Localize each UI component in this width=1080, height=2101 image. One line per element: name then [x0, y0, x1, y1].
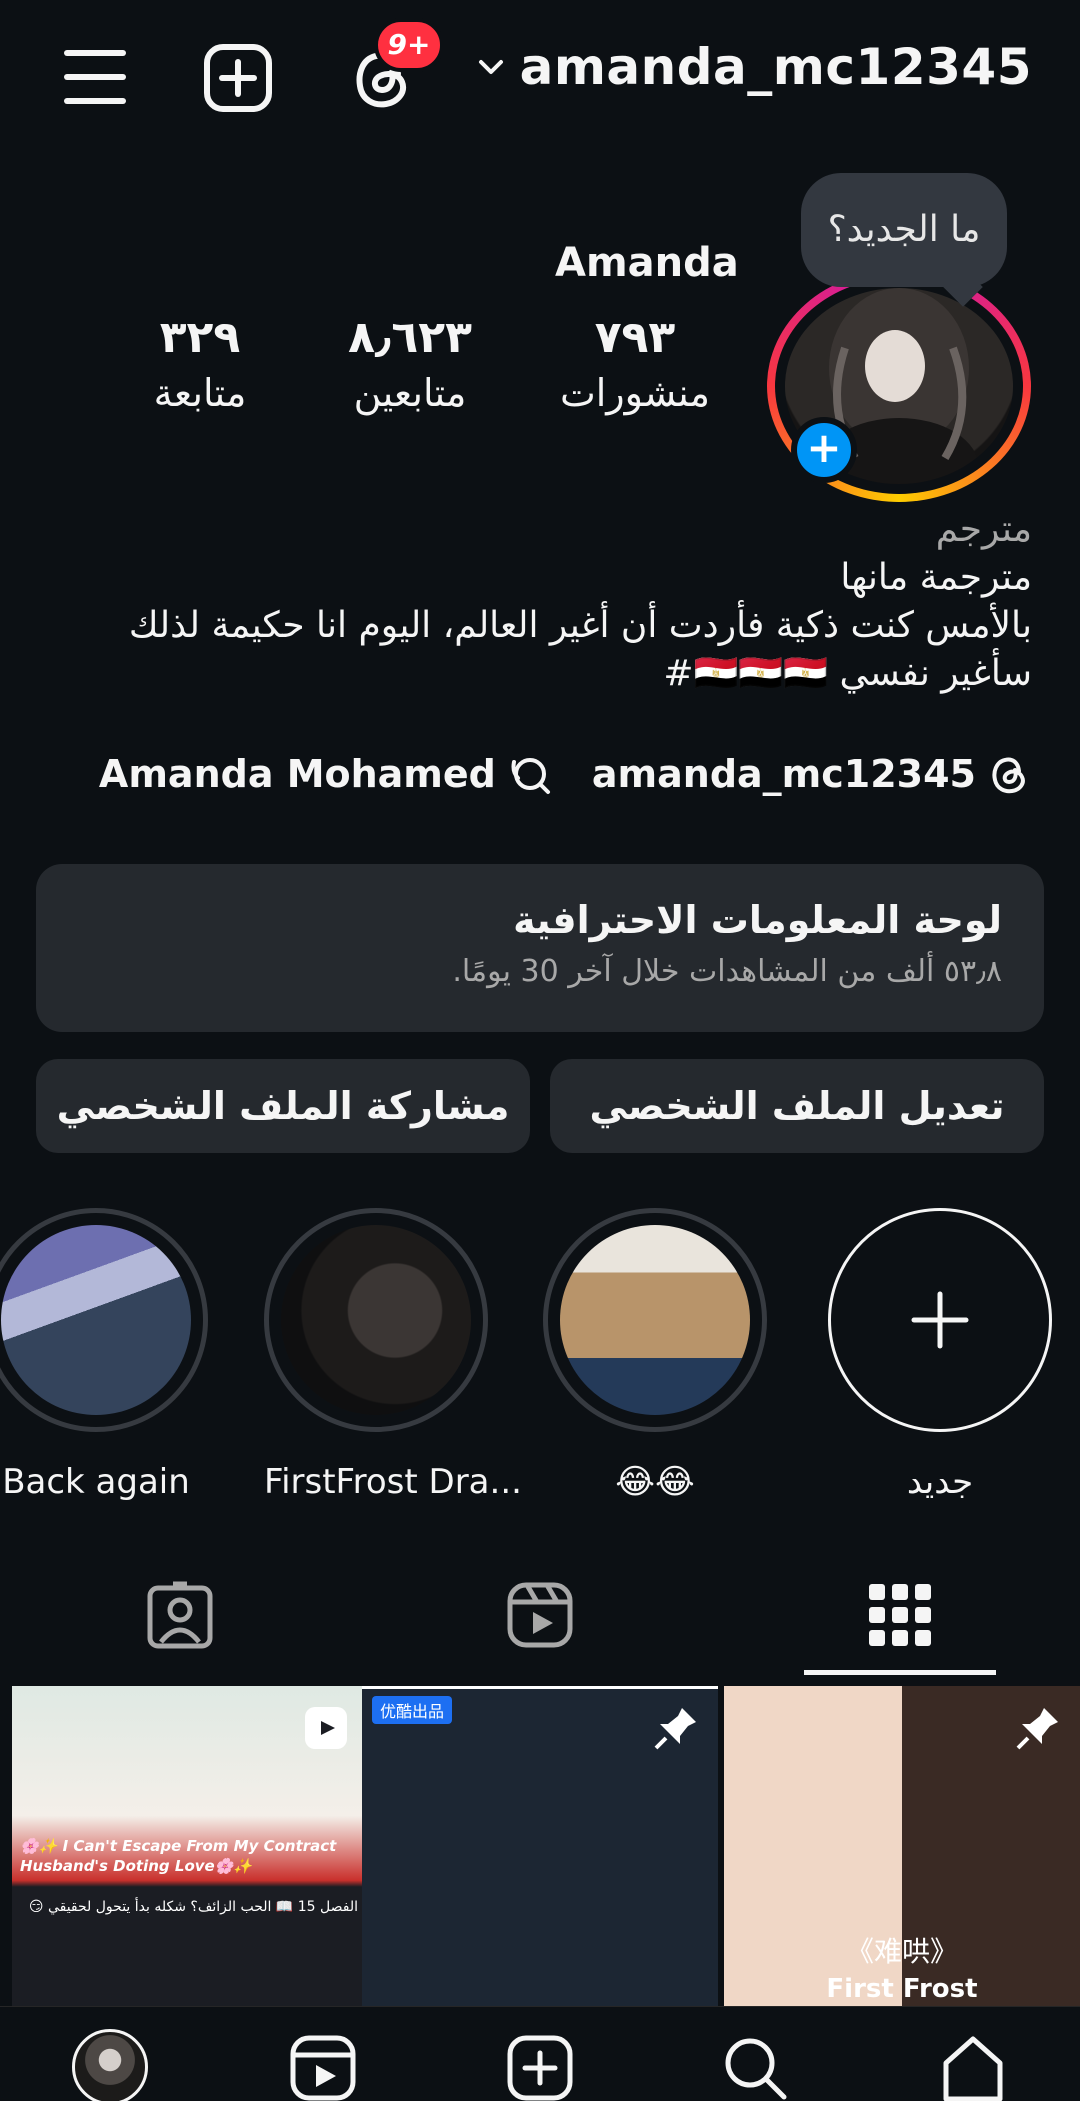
pin-icon	[654, 1708, 696, 1750]
linked-account-icon	[511, 758, 550, 794]
display-name: Amanda	[555, 240, 739, 286]
create-post-icon[interactable]	[204, 44, 272, 112]
posts-label: منشورات	[559, 371, 710, 415]
nav-home-icon[interactable]	[938, 2033, 1008, 2101]
highlight-cover	[560, 1225, 750, 1415]
post-title: 《难哄》	[845, 1935, 958, 1968]
profile-tabs	[0, 1555, 1080, 1675]
plus-icon	[911, 1291, 969, 1349]
highlight-label: Back again	[2, 1462, 190, 1502]
post-caption-arabic: الفصل 15 📖 الحب الزائف؟ شكله بدأ يتحول ل…	[28, 1899, 358, 1915]
followers-label: متابعين	[353, 371, 467, 415]
threads-icon	[992, 757, 1025, 794]
bio-line: بالأمس كنت ذكية فأردت أن أغير العالم، ال…	[128, 605, 1032, 646]
nav-reels-icon[interactable]	[288, 2033, 358, 2101]
profile-username: amanda_mc12345	[519, 38, 1032, 96]
posts-number: ٧٩٣	[594, 312, 676, 363]
highlight-label: جديد	[906, 1462, 974, 1502]
post-thumbnail[interactable]: 优酷出品	[362, 1686, 718, 2010]
grid-icon	[869, 1584, 931, 1646]
nav-create-icon[interactable]	[505, 2033, 575, 2101]
threads-link[interactable]: amanda_mc12345	[592, 752, 1032, 796]
share-profile-button[interactable]: مشاركة الملف الشخصي	[36, 1059, 530, 1153]
post-tag: 优酷出品	[372, 1696, 453, 1724]
new-highlight[interactable]: جديد	[828, 1208, 1052, 1502]
account-switcher[interactable]: amanda_mc12345	[476, 38, 1032, 96]
reels-icon	[507, 1582, 573, 1648]
dashboard-subtitle: ٥٣٫٨ ألف من المشاهدات خلال آخر 30 يومًا.	[452, 954, 1002, 989]
post-thumbnail[interactable]: 《难哄》 First Frost	[724, 1686, 1080, 2010]
dashboard-title: لوحة المعلومات الاحترافية	[513, 898, 1002, 942]
tagged-icon	[147, 1581, 213, 1649]
nav-profile-avatar[interactable]	[72, 2029, 148, 2101]
linked-account[interactable]: Amanda Mohamed	[99, 752, 552, 796]
highlight-item[interactable]: 😂😂	[543, 1208, 767, 1502]
tab-reels[interactable]	[360, 1555, 720, 1675]
tab-posts-grid[interactable]	[720, 1555, 1080, 1675]
edit-profile-button[interactable]: تعديل الملف الشخصي	[550, 1059, 1044, 1153]
profile-bio: مترجم مترجمة مانها بالأمس كنت ذكية فأردت…	[52, 506, 1032, 698]
tab-tagged[interactable]	[0, 1555, 360, 1675]
followers-count[interactable]: ٨٫٦٢٣ متابعين	[340, 312, 480, 415]
top-bar: 9+ amanda_mc12345	[0, 0, 1080, 160]
following-count[interactable]: ٣٢٩ متابعة	[140, 312, 260, 415]
profile-links: amanda_mc12345 Amanda Mohamed	[99, 752, 1032, 796]
post-thumbnail[interactable]: 🌸✨ I Can't Escape From My Contract Husba…	[12, 1686, 368, 2010]
posts-grid: 🌸✨ I Can't Escape From My Contract Husba…	[0, 1680, 1080, 2010]
chevron-down-icon	[478, 60, 503, 74]
bio-category: مترجم	[935, 509, 1032, 550]
bio-line: مترجمة مانها	[840, 557, 1032, 598]
highlight-cover	[1, 1225, 191, 1415]
whats-new-tooltip[interactable]: ما الجديد؟	[801, 173, 1007, 287]
add-story-button[interactable]: +	[791, 417, 857, 483]
following-number: ٣٢٩	[159, 312, 241, 363]
active-tab-indicator	[804, 1670, 996, 1675]
post-subtitle: First Frost	[826, 1974, 978, 2004]
highlight-label: FirstFrost Dra...	[264, 1462, 522, 1502]
professional-dashboard[interactable]: لوحة المعلومات الاحترافية ٥٣٫٨ ألف من ال…	[36, 864, 1044, 1032]
notification-badge: 9+	[374, 18, 444, 72]
highlight-item[interactable]: FirstFrost Dra...	[264, 1208, 522, 1502]
following-label: متابعة	[153, 371, 247, 415]
highlight-item[interactable]: Back again	[0, 1208, 208, 1502]
pin-icon	[1016, 1708, 1058, 1750]
linked-name: Amanda Mohamed	[98, 752, 496, 796]
reel-icon	[305, 1707, 347, 1749]
highlight-label: 😂😂	[615, 1462, 695, 1502]
threads-handle: amanda_mc12345	[591, 752, 976, 796]
menu-icon[interactable]	[64, 50, 126, 104]
post-caption: 🌸✨ I Can't Escape From My Contract Husba…	[20, 1837, 337, 1875]
highlight-cover	[281, 1225, 471, 1415]
bottom-navigation	[0, 2006, 1080, 2101]
posts-count[interactable]: ٧٩٣ منشورات	[560, 312, 710, 415]
followers-number: ٨٫٦٢٣	[348, 312, 472, 363]
nav-search-icon[interactable]	[720, 2033, 790, 2101]
bio-line: سأغير نفسي 🇪🇬🇪🇬🇪🇬#	[663, 653, 1032, 694]
